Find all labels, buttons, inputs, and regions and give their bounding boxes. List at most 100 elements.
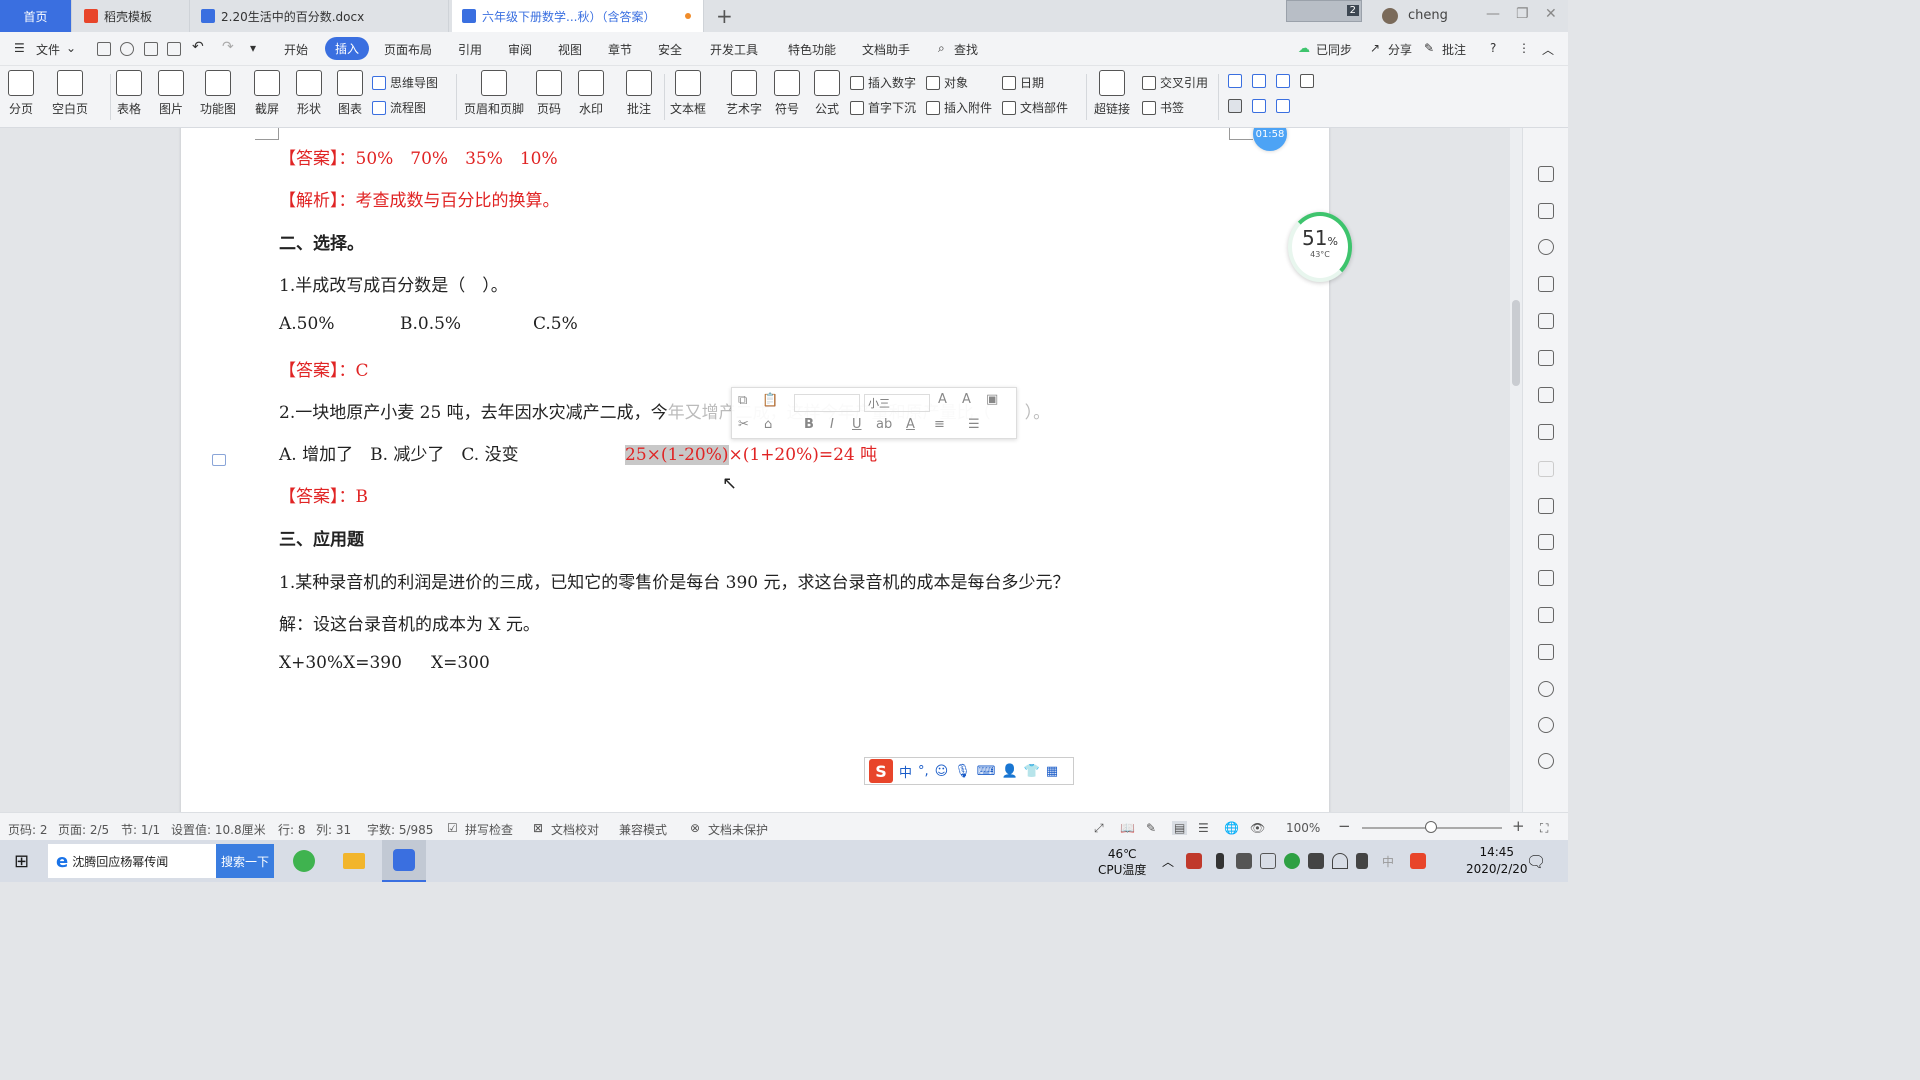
font-size-select[interactable]: 小三: [864, 394, 930, 412]
tab-home[interactable]: 首页: [0, 0, 72, 32]
page-break-button[interactable]: 分页: [8, 70, 34, 117]
punctuation-icon[interactable]: °,: [918, 764, 929, 779]
symbol-button[interactable]: 符号: [774, 70, 800, 117]
table-button[interactable]: 表格: [116, 70, 142, 117]
date-button[interactable]: 日期: [1002, 74, 1044, 91]
collapse-ribbon-icon[interactable]: ︿: [1542, 41, 1554, 58]
header-footer-button[interactable]: 页眉和页脚: [464, 70, 524, 117]
help-icon[interactable]: ?: [1490, 41, 1496, 55]
function-chart-button[interactable]: 功能图: [200, 70, 236, 117]
search-icon[interactable]: ⌕: [938, 41, 945, 56]
bookmark-button[interactable]: 书签: [1142, 99, 1184, 116]
doc-proof-button[interactable]: 文档校对: [551, 821, 599, 838]
status-setting[interactable]: 设置值: 10.8厘米: [171, 821, 266, 838]
scrollbar-thumb[interactable]: [1512, 300, 1520, 386]
copy-icon[interactable]: ⧉: [738, 393, 747, 408]
font-name-select[interactable]: [794, 394, 860, 412]
user-icon[interactable]: 👤: [1002, 764, 1018, 779]
browser-app-icon[interactable]: [282, 840, 326, 882]
paste-icon[interactable]: 📋: [762, 393, 778, 408]
spell-check-button[interactable]: 拼写检查: [465, 821, 513, 838]
section-heading-choice[interactable]: 二、选择。: [279, 229, 364, 254]
restore-icon[interactable]: ❐: [1516, 6, 1529, 22]
shield-icon[interactable]: [1538, 681, 1554, 697]
grid-menu-icon[interactable]: ▦: [1046, 764, 1058, 779]
menu-page-layout[interactable]: 页面布局: [384, 41, 432, 58]
redo-icon[interactable]: ↷: [222, 39, 234, 55]
picture-button[interactable]: 图片: [158, 70, 184, 117]
list-icon[interactable]: ☰: [968, 417, 980, 432]
synced-status[interactable]: 已同步: [1316, 41, 1352, 58]
question-1-options[interactable]: A.50% B.0.5% C.5%: [279, 314, 578, 334]
grow-font-icon[interactable]: A: [938, 392, 947, 407]
application-question-1[interactable]: 1.某种录音机的利润是进价的三成，已知它的零售价是每台 390 元，求这台录音机…: [279, 568, 1069, 593]
answer-line-2[interactable]: 【答案】：C: [279, 356, 369, 381]
align-icon[interactable]: ≡: [934, 417, 945, 432]
new-tab-icon[interactable]: +: [716, 4, 733, 28]
apps-icon[interactable]: [1538, 387, 1554, 403]
tray-app-icon[interactable]: [1186, 853, 1202, 869]
zoom-out-icon[interactable]: −: [1338, 817, 1351, 835]
volume-icon[interactable]: [1356, 853, 1368, 869]
solution-equation[interactable]: X+30%X=390 X=300: [279, 653, 490, 673]
hamburger-icon[interactable]: ☰: [14, 41, 25, 55]
shrink-font-icon[interactable]: A: [962, 392, 971, 407]
question-1[interactable]: 1.半成改写成百分数是（ ）。: [279, 271, 508, 296]
document-page[interactable]: 【答案】：50% 70% 35% 10% 【解析】：考查成数与百分比的换算。 二…: [181, 128, 1329, 812]
status-page[interactable]: 页面: 2/5: [58, 821, 109, 838]
print-preview-icon[interactable]: [167, 42, 181, 56]
text-effect-icon[interactable]: ▣: [986, 392, 998, 407]
menu-references[interactable]: 引用: [458, 41, 482, 58]
layout-b-icon[interactable]: [1252, 74, 1266, 88]
text-lines-icon[interactable]: [1538, 461, 1554, 477]
wordart-button[interactable]: 艺术字: [726, 70, 762, 117]
layout-e-icon[interactable]: [1228, 99, 1242, 113]
write-mode-icon[interactable]: ✎: [1146, 821, 1156, 835]
bold-icon[interactable]: B: [804, 417, 814, 432]
hyperlink-button[interactable]: 超链接: [1094, 70, 1130, 117]
chart-button[interactable]: 图表: [337, 70, 363, 117]
document-area[interactable]: 【答案】：50% 70% 35% 10% 【解析】：考查成数与百分比的换算。 二…: [0, 128, 1510, 812]
annotation-button[interactable]: 批注: [626, 70, 652, 117]
zoom-in-icon[interactable]: +: [1512, 817, 1525, 835]
tray-screen-icon[interactable]: [1236, 853, 1252, 869]
status-words[interactable]: 字数: 5/985: [367, 821, 433, 838]
chart-panel-icon[interactable]: [1538, 424, 1554, 440]
keyboard-icon[interactable]: ⌨: [977, 764, 996, 779]
tab-doc-percent[interactable]: 2.20生活中的百分数.docx: [191, 0, 449, 32]
skin-icon[interactable]: 👕: [1024, 764, 1040, 779]
watermark-button[interactable]: 水印: [578, 70, 604, 117]
menu-chapter[interactable]: 章节: [608, 41, 632, 58]
close-icon[interactable]: ✕: [1545, 6, 1557, 22]
tray-security-icon[interactable]: [1284, 853, 1300, 869]
layout-d-icon[interactable]: [1300, 74, 1314, 88]
style-icon[interactable]: [1538, 239, 1554, 255]
strikethrough-icon[interactable]: ab: [876, 417, 892, 432]
menu-security[interactable]: 安全: [658, 41, 682, 58]
wps-writer-app-icon[interactable]: [382, 840, 426, 882]
shapes-panel-icon[interactable]: [1538, 276, 1554, 292]
status-section[interactable]: 节: 1/1: [121, 821, 160, 838]
menu-start[interactable]: 开始: [284, 41, 308, 58]
cloud-icon[interactable]: [120, 42, 134, 56]
help-panel-icon[interactable]: [1538, 753, 1554, 769]
taskbar-search-box[interactable]: e 沈腾回应杨幂传闻: [48, 844, 216, 878]
mindmap-button[interactable]: 思维导图: [372, 74, 438, 91]
zoom-slider-thumb[interactable]: [1425, 821, 1437, 833]
underline-icon[interactable]: U: [852, 417, 862, 432]
archive-icon[interactable]: [1538, 607, 1554, 623]
status-row[interactable]: 行: 8: [278, 821, 306, 838]
dropcap-button[interactable]: 首字下沉: [850, 99, 916, 116]
sogou-tray-icon[interactable]: [1410, 853, 1426, 869]
cut-icon[interactable]: ✂: [738, 417, 749, 432]
translate-icon[interactable]: [1538, 570, 1554, 586]
cpu-temperature[interactable]: 46℃ CPU温度: [1098, 846, 1146, 878]
layout-g-icon[interactable]: [1276, 99, 1290, 113]
file-explorer-icon[interactable]: [332, 840, 376, 882]
menu-view[interactable]: 视图: [558, 41, 582, 58]
menu-doc-assistant[interactable]: 文档助手: [862, 41, 910, 58]
status-page-code[interactable]: 页码: 2: [8, 821, 48, 838]
menu-features[interactable]: 特色功能: [788, 41, 836, 58]
undo-icon[interactable]: ↶: [192, 39, 204, 55]
taskbar-clock[interactable]: 14:45 2020/2/20: [1466, 844, 1528, 878]
